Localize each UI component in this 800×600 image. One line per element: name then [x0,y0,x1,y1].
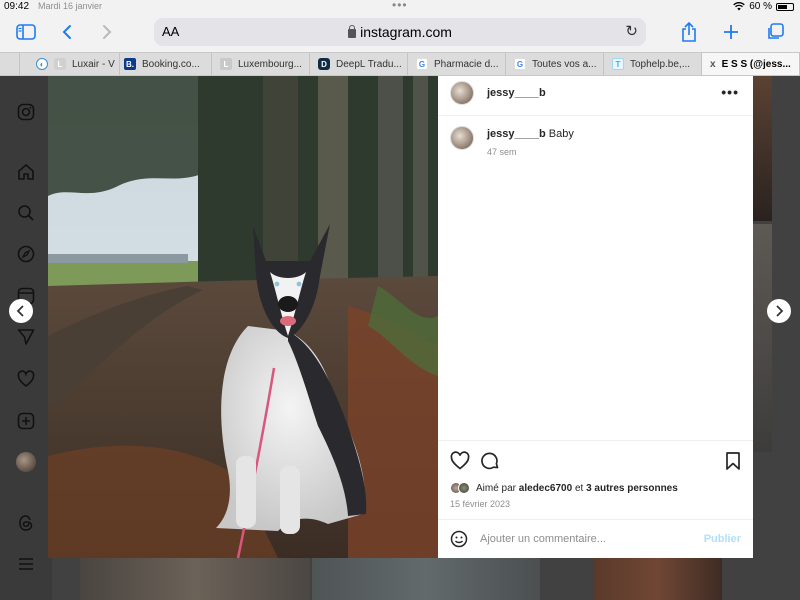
emoji-icon[interactable] [450,530,468,548]
create-icon[interactable] [16,411,36,431]
author-avatar[interactable] [450,81,474,105]
menu-icon[interactable] [16,554,36,574]
instagram-logo-icon[interactable] [16,102,36,122]
threads-icon[interactable] [16,513,36,533]
save-bookmark-icon[interactable] [723,451,743,471]
tab-bar: ◐ L Luxair - V B. Booking.co... L Luxemb… [0,52,800,76]
tab-edge [0,53,20,75]
status-right: 60 % [733,1,794,12]
new-tab-icon[interactable] [718,20,744,44]
post-actions [438,440,753,480]
tab-tophelp[interactable]: T Tophelp.be,... [604,53,702,75]
browser-toolbar: AA instagram.com ↻ [0,14,800,52]
messages-icon[interactable] [16,327,36,347]
close-tab-icon[interactable]: x [710,59,716,70]
tab-overview-icon[interactable] [762,20,788,44]
tab-label: Luxair - V [72,58,115,70]
caption-timestamp: 47 sem [487,147,517,157]
google-icon: G [416,58,428,70]
instagram-sidebar [0,76,52,600]
back-icon[interactable] [54,20,80,44]
tab-label: Tophelp.be,... [630,58,691,70]
tab-deepl[interactable]: D DeepL Tradu... [310,53,408,75]
status-bar: 09:42 Mardi 16 janvier ••• 60 % [0,0,800,14]
background-post-image [312,558,540,600]
battery-icon [776,2,794,11]
likes-middle: et [574,482,584,494]
background-post-image [594,558,722,600]
post-header: jessy____b ••• [438,76,753,116]
tab-booking[interactable]: B. Booking.co... [116,53,212,75]
more-options-icon[interactable]: ••• [721,84,739,100]
reload-icon[interactable]: ↻ [625,22,638,40]
tab-label: Luxembourg... [238,58,302,70]
background-post-image [752,76,772,221]
tab-label: DeepL Tradu... [336,58,402,70]
liker-avatar [458,482,470,494]
post-photo[interactable] [48,76,438,558]
publish-button[interactable]: Publier [704,533,741,545]
battery-percent: 60 % [749,1,772,12]
favicon-luxair: L [54,58,66,70]
background-post-image [80,558,310,600]
like-heart-icon[interactable] [450,451,470,471]
post-details-panel: jessy____b ••• jessy____b Baby 47 sem Ai… [438,76,753,558]
post-modal: jessy____b ••• jessy____b Baby 47 sem Ai… [48,76,753,558]
caption-text: Baby [548,128,574,140]
tab-label: Toutes vos a... [532,58,597,70]
notifications-heart-icon[interactable] [16,369,36,389]
forward-icon[interactable] [94,20,120,44]
previous-post-button[interactable] [9,299,33,323]
tab-instagram-active[interactable]: x E S S (@jess... [702,53,800,75]
comment-bar: Ajouter un commentaire... Publier [438,519,753,558]
likes-others[interactable]: 3 autres personnes [586,483,678,494]
caption: jessy____b Baby [487,128,574,140]
tab-luxair[interactable]: ◐ L Luxair - V [28,53,120,75]
status-time: 09:42 [4,1,30,12]
comment-input[interactable]: Ajouter un commentaire... [480,533,606,545]
lock-icon [348,25,357,38]
explore-icon[interactable] [16,244,36,264]
globe-icon: ◐ [36,58,48,70]
sidebar-toggle-icon[interactable] [13,20,39,44]
wifi-icon [733,2,745,11]
author-username[interactable]: jessy____b [487,87,546,99]
url-text[interactable]: instagram.com [360,24,452,40]
tab-toutes-vos[interactable]: G Toutes vos a... [506,53,604,75]
favicon-booking: B. [124,58,136,70]
profile-avatar[interactable] [16,452,36,472]
tab-pharmacie[interactable]: G Pharmacie d... [408,53,506,75]
address-bar[interactable]: AA instagram.com ↻ [154,18,646,46]
post-date: 15 février 2023 [450,499,511,509]
status-date: Mardi 16 janvier [38,1,103,11]
background-post-image [752,224,772,452]
caption-username[interactable]: jessy____b [487,128,546,140]
home-icon[interactable] [16,162,36,182]
share-icon[interactable] [676,20,702,44]
likes-user[interactable]: aledec6700 [519,483,572,494]
favicon-tophelp: T [612,58,624,70]
multitasking-dots-icon[interactable]: ••• [392,0,408,12]
tab-luxembourg[interactable]: L Luxembourg... [212,53,310,75]
tab-label: Pharmacie d... [434,58,499,70]
favicon-deepl: D [318,58,330,70]
favicon-luxembourg: L [220,58,232,70]
caption-avatar[interactable] [450,126,474,150]
likes-summary[interactable]: Aimé par aledec6700 et 3 autres personne… [450,482,678,494]
search-icon[interactable] [16,203,36,223]
next-post-button[interactable] [767,299,791,323]
likes-prefix: Aimé par [476,482,517,494]
comment-icon[interactable] [480,451,500,471]
google-icon: G [514,58,526,70]
tab-label: E S S (@jess... [721,58,791,70]
tab-label: Booking.co... [142,58,200,70]
